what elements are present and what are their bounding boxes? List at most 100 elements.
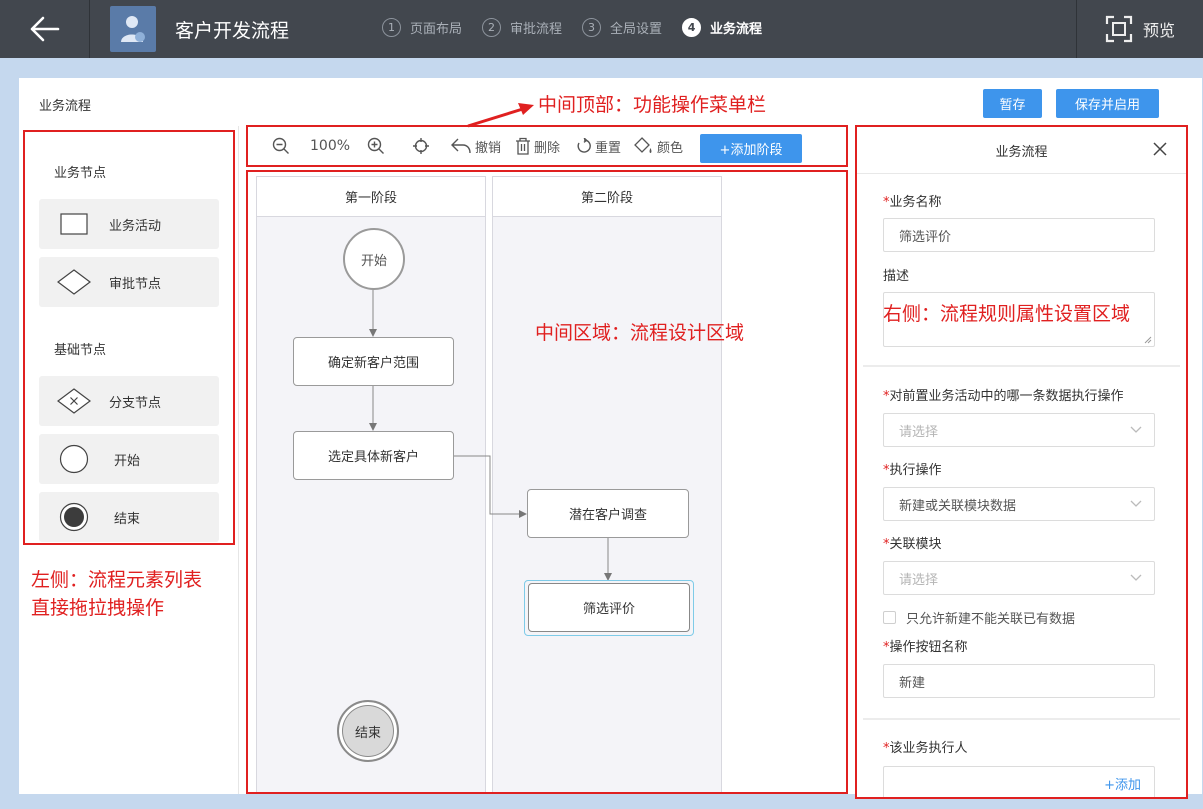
zoom-out-icon (272, 137, 289, 154)
data-row-select[interactable]: 请选择 (883, 413, 1155, 447)
fullscreen-icon (1105, 15, 1133, 43)
add-executor-link[interactable]: +添加 (1104, 774, 1141, 793)
description-label: 描述 (883, 269, 910, 284)
palette-label: 业务活动 (109, 218, 162, 234)
app-icon (110, 6, 156, 52)
save-enable-button[interactable]: 保存并启用 (1056, 89, 1159, 118)
arrow-left-icon (30, 16, 59, 42)
business-name-input[interactable]: 筛选评价 (883, 218, 1155, 252)
annotation-middle: 中间区域：流程设计区域 (535, 322, 745, 344)
color-label: 颜色 (657, 140, 684, 156)
circle-icon (59, 444, 89, 474)
undo-label: 撤销 (475, 140, 502, 156)
left-panel-divider (238, 126, 239, 794)
section-divider (863, 365, 1180, 367)
panel-title: 业务流程 (995, 144, 1048, 160)
annotation-top: 中间顶部：功能操作菜单栏 (538, 94, 767, 116)
close-icon[interactable] (1152, 141, 1168, 157)
palette-label: 结束 (114, 511, 141, 527)
annotation-left-line1: 左侧：流程元素列表 (31, 569, 203, 591)
basic-nodes-title: 基础节点 (54, 343, 107, 358)
module-select[interactable]: 请选择 (883, 561, 1155, 595)
flow-activity-node[interactable]: 潜在客户调查 (527, 489, 689, 538)
button-name-input[interactable]: 新建 (883, 664, 1155, 698)
button-name-label-text: 操作按钮名称 (889, 640, 968, 655)
page-title: 业务流程 (39, 99, 92, 114)
step-label: 页面布局 (410, 22, 463, 37)
step-business-flow[interactable]: 4 业务流程 (682, 18, 762, 37)
zoom-in-icon (367, 137, 384, 154)
flow-design-canvas[interactable]: 第一阶段 第二阶段 开始 确定新客户范围 选定具体新客户 潜在客户调查 筛选评价… (246, 170, 848, 794)
function-toolbar: 100% 撤销 删除 重置 颜色 +添加阶段 (246, 125, 848, 167)
annotation-arrow-icon (467, 103, 534, 128)
preview-label: 预览 (1142, 21, 1175, 40)
step-global-settings[interactable]: 3 全局设置 (582, 18, 662, 37)
step-approval-flow[interactable]: 2 审批流程 (482, 18, 562, 37)
undo-button[interactable]: 撤销 (450, 137, 501, 156)
section-divider (863, 718, 1180, 720)
color-button[interactable]: 颜色 (634, 137, 683, 156)
chevron-down-icon (1130, 426, 1142, 433)
palette-branch-node[interactable]: 分支节点 (39, 376, 219, 426)
module-label-text: 关联模块 (889, 537, 942, 552)
step-number: 2 (482, 18, 502, 37)
delete-label: 删除 (534, 140, 561, 156)
flow-start-node[interactable]: 开始 (343, 228, 405, 290)
step-number: 3 (582, 18, 602, 37)
branch-diamond-icon (57, 388, 91, 414)
flow-activity-node[interactable]: 确定新客户范围 (293, 337, 454, 386)
palette-end-node[interactable]: 结束 (39, 492, 219, 542)
flow-activity-node-selected[interactable]: 筛选评价 (528, 583, 690, 632)
executor-label: *该业务执行人 (883, 741, 968, 756)
flow-activity-node[interactable]: 选定具体新客户 (293, 431, 454, 480)
action-value: 新建或关联模块数据 (899, 498, 1017, 514)
step-number: 4 (682, 18, 702, 37)
palette-business-activity[interactable]: 业务活动 (39, 199, 219, 249)
annotation-left-line2: 直接拖拉拽操作 (31, 597, 165, 619)
app-title: 客户开发流程 (175, 20, 290, 42)
zoom-out-button[interactable] (272, 137, 293, 155)
step-page-layout[interactable]: 1 页面布局 (382, 18, 462, 37)
reset-button[interactable]: 重置 (576, 137, 621, 156)
connector-node2-to-node3 (454, 455, 527, 518)
undo-icon (451, 138, 471, 154)
palette-start-node[interactable]: 开始 (39, 434, 219, 484)
back-button[interactable] (0, 0, 90, 58)
save-draft-button[interactable]: 暂存 (983, 89, 1042, 118)
zoom-in-button[interactable] (367, 137, 388, 155)
top-header: 客户开发流程 1 页面布局 2 审批流程 3 全局设置 4 业务流程 预览 (0, 0, 1203, 58)
reset-label: 重置 (595, 140, 622, 156)
zoom-level: 100% (310, 138, 351, 154)
delete-button[interactable]: 删除 (515, 137, 560, 156)
action-select[interactable]: 新建或关联模块数据 (883, 487, 1155, 521)
add-stage-button[interactable]: +添加阶段 (700, 134, 802, 163)
chevron-down-icon (1130, 500, 1142, 507)
panel-header: 业务流程 (857, 127, 1186, 174)
data-row-label: *对前置业务活动中的哪一条数据执行操作 (883, 389, 1124, 404)
chevron-down-icon (1130, 574, 1142, 581)
button-name-label: *操作按钮名称 (883, 640, 968, 655)
step-label: 全局设置 (610, 22, 663, 37)
preview-button[interactable]: 预览 (1076, 0, 1203, 58)
data-row-label-text: 对前置业务活动中的哪一条数据执行操作 (889, 389, 1124, 404)
annotation-right: 右侧：流程规则属性设置区域 (883, 303, 1131, 325)
action-label-text: 执行操作 (889, 463, 942, 478)
palette-label: 分支节点 (109, 395, 162, 411)
business-name-label: *业务名称 (883, 195, 942, 210)
crosshair-icon (413, 138, 429, 154)
new-only-checkbox-row[interactable]: 只允许新建不能关联已有数据 (883, 608, 1075, 627)
palette-label: 审批节点 (109, 276, 162, 292)
new-only-checkbox[interactable] (883, 611, 896, 624)
new-only-checkbox-label: 只允许新建不能关联已有数据 (906, 612, 1076, 627)
refresh-icon (577, 138, 591, 153)
executor-label-text: 该业务执行人 (889, 741, 968, 756)
step-nav: 1 页面布局 2 审批流程 3 全局设置 4 业务流程 (382, 18, 782, 37)
executor-field[interactable]: +添加 (883, 766, 1155, 797)
business-nodes-title: 业务节点 (54, 166, 107, 181)
flow-end-node[interactable]: 结束 (337, 700, 399, 762)
center-button[interactable] (412, 137, 433, 155)
palette-approval-node[interactable]: 审批节点 (39, 257, 219, 307)
end-circle-icon (59, 502, 89, 532)
palette-label: 开始 (114, 453, 141, 469)
diamond-icon (57, 269, 91, 295)
